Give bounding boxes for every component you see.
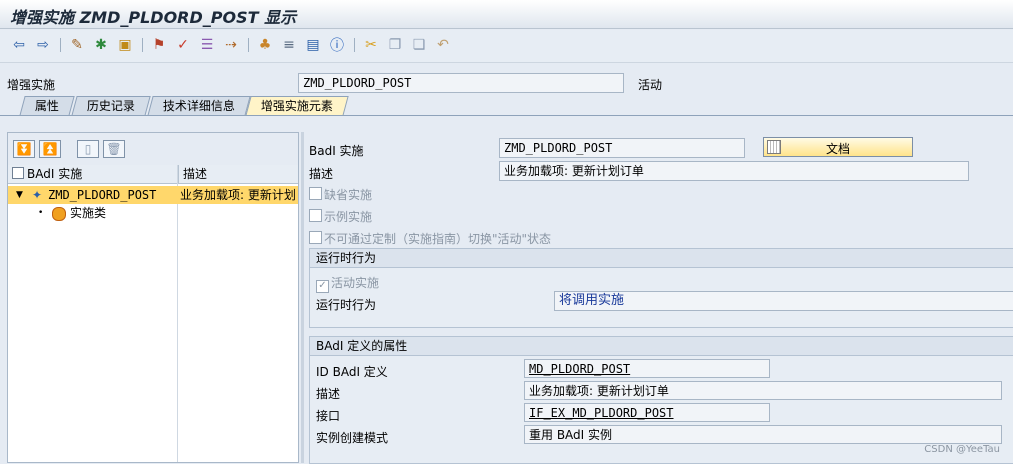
badi-definition-title: BAdI 定义的属性 [310, 337, 1013, 356]
table-icon[interactable]: ▤ [304, 36, 322, 54]
col-badi-label: BAdI 实施 [27, 167, 83, 181]
tree-child-name: 实施类 [70, 206, 107, 220]
tab-tech-details-label: 技术详细信息 [162, 99, 235, 113]
tab-strip: 属性 历史记录 技术详细信息 增强实施元素 [0, 96, 1013, 116]
default-impl-checkbox[interactable]: 缺省实施 [309, 186, 372, 203]
badi-desc-label: 描述 [316, 387, 341, 401]
tree-row-child[interactable]: • 实施类 [8, 204, 298, 222]
list-icon[interactable]: ≡ [280, 36, 298, 54]
status-text: 活动 [638, 78, 663, 92]
object-list-icon[interactable]: ☰ [198, 36, 216, 54]
tree-col-desc[interactable]: 描述 [178, 165, 298, 183]
expand-triangle-icon[interactable]: ▼ [16, 186, 23, 204]
tree-root-name: ZMD_PLDORD_POST [48, 188, 157, 202]
tab-history[interactable]: 历史记录 [71, 96, 151, 116]
collapse-all-icon[interactable]: ⏫ [39, 140, 61, 158]
application-toolbar: ⇦ ⇨ ✎ ✱ ▣ ⚑ ✓ ☰ ⇢ ♣ ≡ ▤ ⓘ ✂ ❐ ❏ ↶ [0, 30, 1013, 63]
create-icon[interactable]: ▯ [77, 140, 99, 158]
tab-impl-elements-label: 增强实施元素 [260, 99, 333, 113]
interface-field[interactable]: IF_EX_MD_PLDORD_POST [524, 403, 770, 422]
checkbox-box [309, 187, 322, 200]
checkbox-box [309, 209, 322, 222]
documentation-button-label: 文档 [825, 142, 850, 156]
tree-row-root[interactable]: ▼ ✦ ZMD_PLDORD_POST 业务加载项: 更新计划 [8, 186, 298, 204]
class-icon [52, 207, 66, 221]
watermark: CSDN @YeeTau [924, 444, 1000, 455]
toolbar-separator [354, 38, 355, 52]
tree-col-badi[interactable]: BAdI 实施 [8, 165, 178, 183]
documentation-button[interactable]: 文档 [763, 137, 913, 157]
pane-splitter[interactable] [301, 132, 304, 463]
enhancement-icon: ✦ [32, 188, 43, 202]
enhancement-impl-field[interactable]: ZMD_PLDORD_POST [298, 73, 624, 93]
window-title: 增强实施 ZMD_PLDORD_POST 显示 [10, 8, 297, 27]
badi-impl-field[interactable]: ZMD_PLDORD_POST [499, 138, 745, 158]
no-switch-label: 不可通过定制（实施指南）切换"活动"状态 [324, 232, 552, 246]
hierarchy-icon[interactable]: ♣ [256, 36, 274, 54]
badi-id-label: ID BAdI 定义 [316, 365, 388, 379]
active-impl-label: 活动实施 [331, 276, 380, 290]
tab-tech-details[interactable]: 技术详细信息 [147, 96, 251, 116]
forward-arrow-icon[interactable]: ⇨ [34, 36, 52, 54]
tab-baseline [0, 115, 1013, 116]
toolbar-separator [60, 38, 61, 52]
detail-pane: BadI 实施 ZMD_PLDORD_POST 文档 描述 业务加载项: 更新计… [305, 132, 1013, 464]
title-bar: 增强实施 ZMD_PLDORD_POST 显示 [0, 0, 1013, 29]
enhancement-impl-label: 增强实施 [7, 78, 56, 92]
info-icon[interactable]: ⓘ [328, 36, 346, 54]
tab-attributes-label: 属性 [34, 99, 59, 113]
tab-attributes[interactable]: 属性 [19, 96, 75, 116]
cut-icon[interactable]: ✂ [362, 36, 380, 54]
where-used-icon[interactable]: ⚑ [150, 36, 168, 54]
check-icon[interactable]: ✓ [174, 36, 192, 54]
description-field[interactable]: 业务加载项: 更新计划订单 [499, 161, 969, 181]
tab-impl-elements[interactable]: 增强实施元素 [245, 96, 349, 116]
runtime-behavior-field[interactable]: 将调用实施 [554, 291, 1013, 311]
display-change-icon[interactable]: ✎ [68, 36, 86, 54]
runtime-behavior-title: 运行时行为 [310, 249, 1013, 268]
undo-icon[interactable]: ↶ [434, 36, 452, 54]
badi-impl-label: BadI 实施 [309, 144, 364, 158]
back-arrow-icon[interactable]: ⇦ [10, 36, 28, 54]
tree-header-icon [12, 167, 24, 179]
interface-label: 接口 [316, 409, 341, 423]
instance-mode-field[interactable]: 重用 BAdI 实例 [524, 425, 1002, 444]
example-impl-label: 示例实施 [324, 210, 373, 224]
col-desc-label: 描述 [183, 167, 208, 181]
instance-mode-label: 实例创建模式 [316, 431, 389, 445]
navigation-icon[interactable]: ⇢ [222, 36, 240, 54]
runtime-behavior-group: 运行时行为 ✓ 活动实施 运行时行为 将调用实施 [309, 248, 1013, 328]
badi-tree-pane: ⏬ ⏫ ▯ 🗑 BAdI 实施 描述 ▼ ✦ ZMD_PLDORD_POST 业… [7, 132, 299, 463]
copy-icon[interactable]: ❐ [386, 36, 404, 54]
runtime-behavior-label: 运行时行为 [316, 298, 377, 312]
toolbar-separator [248, 38, 249, 52]
expand-all-icon[interactable]: ⏬ [13, 140, 35, 158]
no-switch-checkbox[interactable]: 不可通过定制（实施指南）切换"活动"状态 [309, 230, 551, 247]
tree-header: BAdI 实施 描述 [8, 165, 298, 184]
toolbar-separator [142, 38, 143, 52]
tree-bullet-icon: • [38, 208, 44, 218]
tree-toolbar: ⏬ ⏫ ▯ 🗑 [8, 133, 298, 166]
badi-definition-group: BAdI 定义的属性 ID BAdI 定义 MD_PLDORD_POST 描述 … [309, 336, 1013, 464]
active-impl-checkbox[interactable]: ✓ 活动实施 [316, 274, 379, 293]
badi-desc-field[interactable]: 业务加载项: 更新计划订单 [524, 381, 1002, 400]
description-label: 描述 [309, 167, 334, 181]
paste-icon[interactable]: ❏ [410, 36, 428, 54]
example-impl-checkbox[interactable]: 示例实施 [309, 208, 372, 225]
badi-id-field[interactable]: MD_PLDORD_POST [524, 359, 770, 378]
checkbox-checked-icon: ✓ [316, 280, 329, 293]
delete-icon[interactable]: 🗑 [103, 140, 125, 158]
other-object-icon[interactable]: ▣ [116, 36, 134, 54]
tree-root-desc: 业务加载项: 更新计划 [180, 188, 296, 202]
default-impl-label: 缺省实施 [324, 188, 373, 202]
checkbox-box [309, 231, 322, 244]
activate-icon[interactable]: ✱ [92, 36, 110, 54]
tab-history-label: 历史记录 [86, 99, 135, 113]
